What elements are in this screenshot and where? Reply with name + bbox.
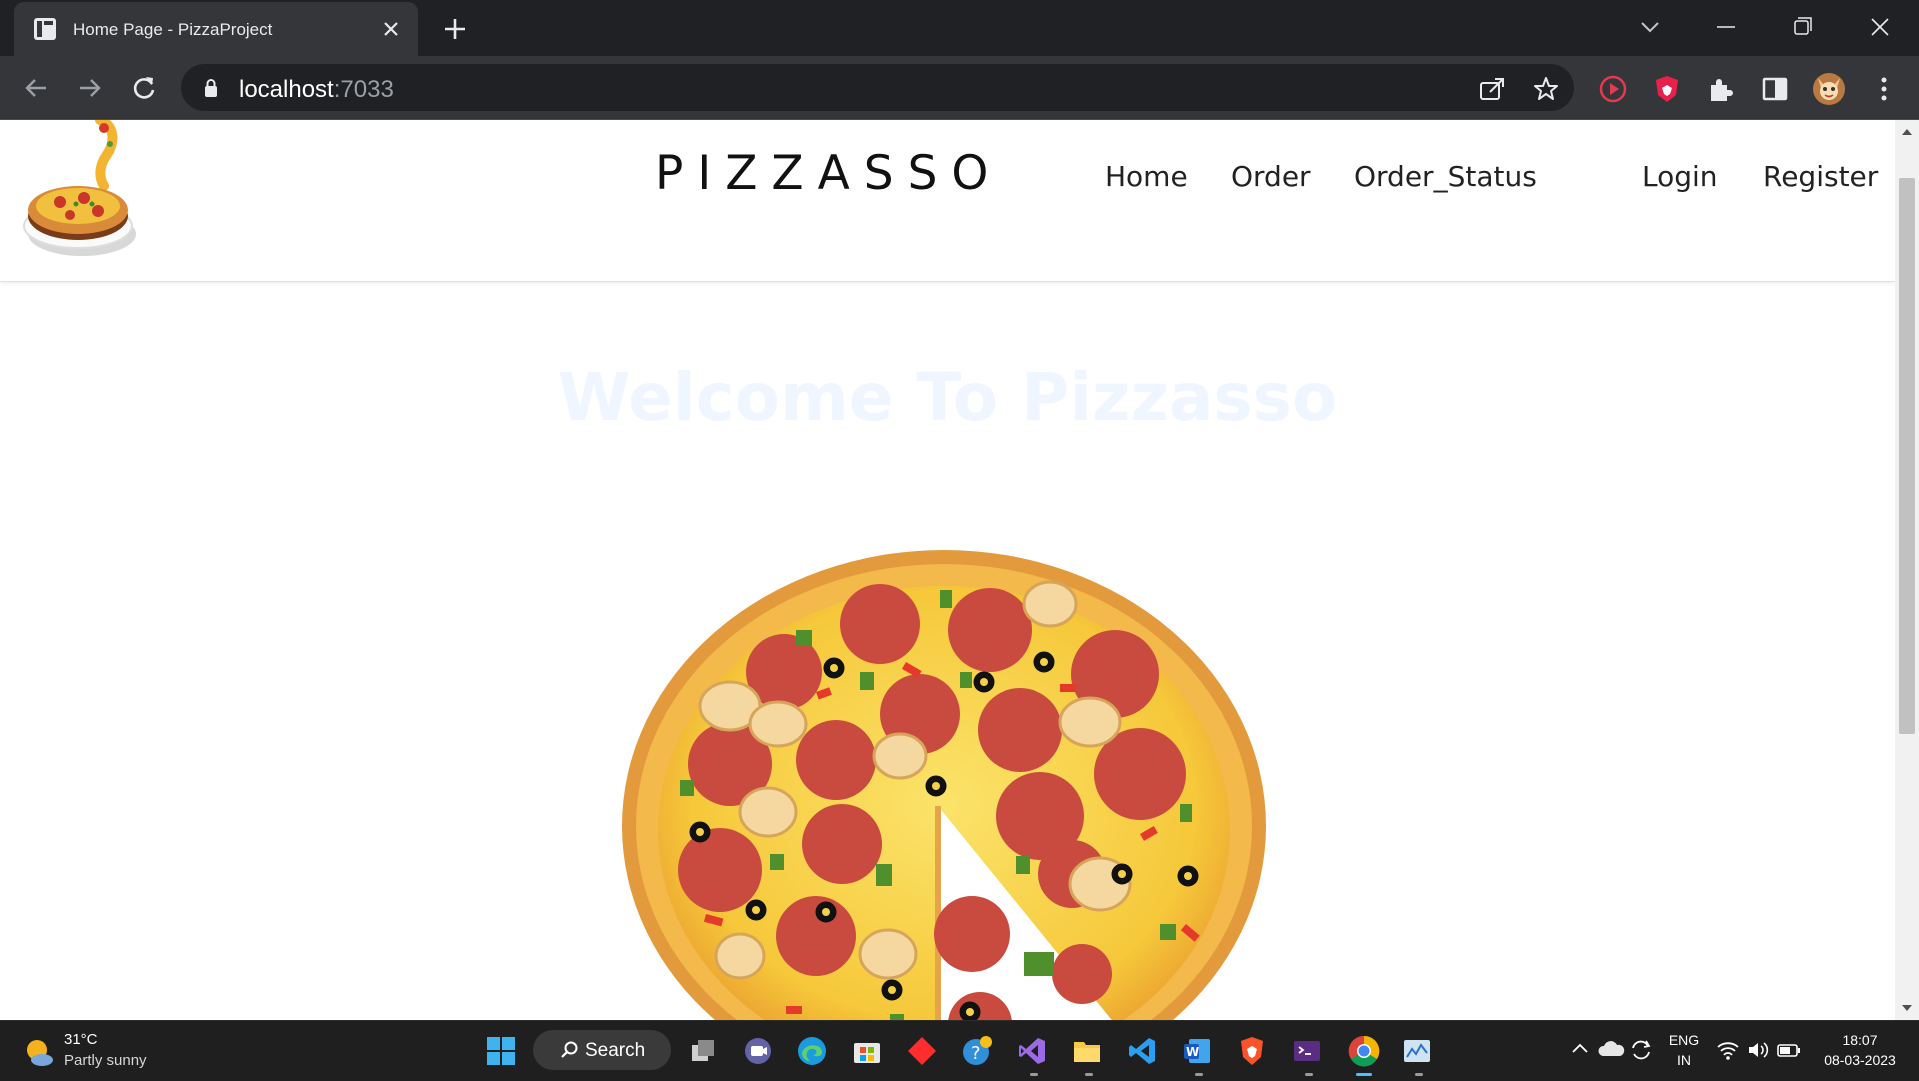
chrome-browser-icon[interactable] bbox=[1346, 1033, 1382, 1069]
address-bar[interactable]: localhost:7033 bbox=[181, 64, 1574, 111]
edge-browser-icon[interactable] bbox=[796, 1035, 828, 1067]
side-panel-icon[interactable] bbox=[1759, 73, 1791, 105]
weather-description[interactable]: Partly sunny bbox=[64, 1052, 147, 1069]
share-icon[interactable] bbox=[1478, 75, 1506, 103]
page-viewport: PIZZASSO Home Order Order_Status Login R… bbox=[0, 120, 1895, 1020]
partly-sunny-weather-icon[interactable] bbox=[22, 1035, 56, 1069]
wifi-icon[interactable] bbox=[1716, 1039, 1740, 1061]
new-tab-plus-icon[interactable] bbox=[440, 14, 470, 44]
close-window-icon[interactable] bbox=[1862, 12, 1898, 42]
scroll-up-arrow-icon[interactable] bbox=[1899, 124, 1915, 140]
search-label: Search bbox=[585, 1040, 646, 1061]
tab-title: Home Page - PizzaProject bbox=[73, 20, 273, 39]
bookmark-star-icon[interactable] bbox=[1532, 75, 1560, 103]
reload-icon[interactable] bbox=[128, 72, 160, 104]
nav-link-order-status[interactable]: Order_Status bbox=[1354, 160, 1537, 193]
svg-text:W: W bbox=[1186, 1045, 1199, 1059]
weather-temperature[interactable]: 31°C bbox=[64, 1031, 98, 1048]
nav-link-login[interactable]: Login bbox=[1642, 160, 1718, 193]
word-icon[interactable]: W bbox=[1181, 1035, 1213, 1067]
browser-tab-strip: Home Page - PizzaProject bbox=[0, 0, 1919, 56]
clock-date[interactable]: 08-03-2023 bbox=[1815, 1052, 1905, 1068]
tab-search-chevron-icon[interactable] bbox=[1632, 12, 1668, 42]
active-app-indicator bbox=[1356, 1073, 1372, 1076]
extensions-puzzle-icon[interactable] bbox=[1705, 73, 1737, 105]
close-tab-icon[interactable] bbox=[378, 16, 404, 42]
help-tips-icon[interactable]: ? bbox=[961, 1035, 993, 1067]
nav-link-order[interactable]: Order bbox=[1231, 160, 1311, 193]
vscode-icon[interactable] bbox=[1126, 1035, 1158, 1067]
file-explorer-icon[interactable] bbox=[1071, 1035, 1103, 1067]
show-hidden-icons-chevron-icon[interactable] bbox=[1568, 1037, 1592, 1061]
page-scrollbar[interactable] bbox=[1895, 120, 1919, 1020]
pizza-logo-icon[interactable] bbox=[20, 120, 145, 256]
taskbar-search-box[interactable]: Search bbox=[533, 1030, 671, 1070]
task-view-icon[interactable] bbox=[688, 1035, 720, 1067]
site-header: PIZZASSO Home Order Order_Status Login R… bbox=[0, 120, 1895, 282]
language-indicator-top[interactable]: ENG bbox=[1666, 1032, 1702, 1048]
scroll-down-arrow-icon[interactable] bbox=[1899, 1000, 1915, 1016]
nav-link-register[interactable]: Register bbox=[1763, 160, 1878, 193]
running-indicator bbox=[1085, 1073, 1093, 1076]
onedrive-cloud-icon[interactable] bbox=[1597, 1037, 1625, 1061]
nav-link-home[interactable]: Home bbox=[1105, 160, 1188, 193]
windows-taskbar: 31°C Partly sunny Search ? W ENG IN 18:0… bbox=[0, 1020, 1919, 1081]
browser-tab-active[interactable]: Home Page - PizzaProject bbox=[14, 2, 418, 56]
site-brand-title: PIZZASSO bbox=[655, 146, 1003, 201]
url-text: localhost:7033 bbox=[239, 76, 394, 103]
browser-toolbar: localhost:7033 bbox=[0, 56, 1919, 120]
restore-window-icon[interactable] bbox=[1784, 12, 1820, 42]
running-indicator bbox=[1415, 1073, 1423, 1076]
performance-monitor-icon[interactable] bbox=[1401, 1035, 1433, 1067]
page-favicon-icon bbox=[34, 18, 56, 40]
sync-icon[interactable] bbox=[1628, 1037, 1654, 1063]
running-indicator bbox=[1305, 1073, 1313, 1076]
battery-icon[interactable] bbox=[1776, 1040, 1802, 1060]
media-player-extension-icon[interactable] bbox=[1597, 73, 1629, 105]
teams-chat-icon[interactable] bbox=[742, 1035, 774, 1067]
back-arrow-icon[interactable] bbox=[20, 72, 52, 104]
visual-studio-icon[interactable] bbox=[1016, 1035, 1048, 1067]
brave-browser-icon[interactable] bbox=[1236, 1035, 1268, 1067]
running-indicator bbox=[1030, 1073, 1038, 1076]
hero-pizza-image bbox=[622, 550, 1266, 1020]
running-indicator bbox=[1195, 1073, 1203, 1076]
red-diamond-app-icon[interactable] bbox=[906, 1035, 938, 1067]
profile-avatar[interactable] bbox=[1812, 72, 1846, 106]
minimize-window-icon[interactable] bbox=[1708, 12, 1744, 42]
volume-icon[interactable] bbox=[1746, 1039, 1770, 1061]
terminal-icon[interactable] bbox=[1291, 1035, 1323, 1067]
microsoft-store-icon[interactable] bbox=[851, 1035, 883, 1067]
scrollbar-thumb[interactable] bbox=[1899, 178, 1915, 734]
search-icon bbox=[561, 1041, 578, 1058]
brave-shield-extension-icon[interactable] bbox=[1651, 73, 1683, 105]
lock-icon[interactable] bbox=[203, 78, 219, 98]
windows-start-icon[interactable] bbox=[485, 1035, 517, 1067]
welcome-heading: Welcome To Pizzasso bbox=[557, 359, 1338, 437]
clock-time[interactable]: 18:07 bbox=[1815, 1032, 1905, 1048]
browser-menu-kebab-icon[interactable] bbox=[1868, 73, 1900, 105]
forward-arrow-icon[interactable] bbox=[74, 72, 106, 104]
language-indicator-bottom[interactable]: IN bbox=[1666, 1052, 1702, 1068]
svg-text:?: ? bbox=[971, 1043, 981, 1064]
